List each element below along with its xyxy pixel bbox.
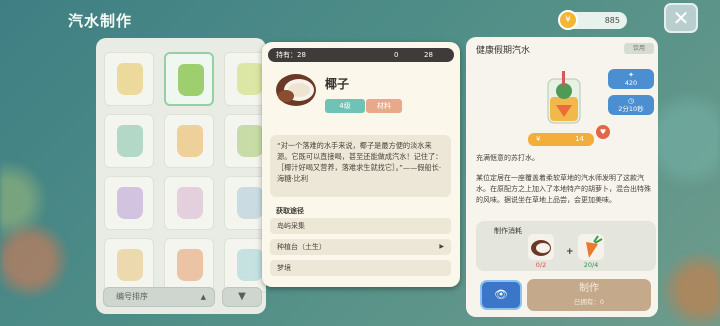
acquire-label: 岛屿采集: [277, 222, 305, 230]
inventory-cell[interactable]: [164, 176, 214, 230]
craft-label: 制作: [579, 283, 599, 294]
time-stat-text: 2分10秒: [618, 105, 644, 113]
soda-jar-icon: [237, 187, 263, 219]
soda-jar-icon: [237, 249, 263, 281]
coconut-icon: [276, 74, 316, 106]
close-button[interactable]: ✕: [664, 3, 698, 33]
coin-icon: ¥: [558, 10, 578, 30]
soda-jar-icon: [117, 125, 143, 157]
acquire-label: 梦境: [277, 264, 291, 272]
soda-jar-icon: [117, 249, 143, 281]
page-title: 汽水制作: [68, 12, 133, 30]
owned-count: 持有：28: [276, 51, 306, 59]
craft-owned: 已拥有：0: [573, 298, 605, 306]
inventory-cell[interactable]: [224, 238, 266, 292]
recipe-title: 健康假期汽水: [476, 46, 531, 56]
acquire-label: 种植台（土生）: [277, 243, 326, 251]
item-popup: 持有：28 0 28 椰子 4级 材料 “对一个落难的水手来说，椰子是最方便的淡…: [262, 42, 460, 287]
material-carrot[interactable]: 20/4: [578, 234, 604, 269]
plus-icon: +: [566, 247, 574, 257]
inventory-cell[interactable]: [164, 238, 214, 292]
item-name: 椰子: [325, 77, 350, 91]
inventory-cell[interactable]: [104, 52, 154, 106]
recipe-detail-panel: 健康假期汽水 饮用 ✦ 420 ◷ 2分10秒 ¥ 14 ♥ 充满惬意的苏打水。…: [466, 37, 658, 317]
recipe-desc-line: 充满惬意的苏打水。: [476, 154, 539, 162]
type-badge: 材料: [366, 99, 402, 113]
item-description: “对一个落难的水手来说，椰子是最方便的淡水来源。它既可以直接喝，甚至还能做成汽水…: [270, 135, 451, 197]
heart-icon: ♥: [596, 125, 610, 139]
inventory-cell-selected[interactable]: [164, 52, 214, 106]
acquire-item[interactable]: 种植台（土生） ▶: [270, 239, 451, 255]
inventory-cell[interactable]: [224, 176, 266, 230]
soda-jar-icon: [177, 187, 203, 219]
preview-button[interactable]: 👁: [480, 280, 522, 310]
crafting-cost: 制作消耗 0/2 + 20/4: [476, 221, 656, 271]
eye-icon: 👁: [494, 288, 508, 301]
acquire-title: 获取途径: [276, 207, 304, 215]
value-stat: ✦ 420: [608, 69, 654, 89]
inventory-cell[interactable]: [224, 114, 266, 168]
crafting-cost-title: 制作消耗: [494, 227, 522, 235]
material-count: 20/4: [583, 261, 599, 269]
soda-drink-icon: [547, 71, 581, 124]
close-icon: ✕: [672, 6, 690, 30]
filter-icon: ▼: [238, 291, 246, 302]
inventory-cell[interactable]: [224, 52, 266, 106]
chevron-right-icon: ▶: [439, 243, 444, 250]
inventory-cell[interactable]: [104, 176, 154, 230]
craft-button[interactable]: 制作 已拥有：0: [527, 279, 651, 311]
clock-icon: ◷: [627, 97, 635, 105]
soda-jar-icon: [178, 64, 204, 96]
soda-jar-icon: [237, 125, 263, 157]
inventory-grid: [96, 38, 266, 314]
soda-jar-icon: [177, 125, 203, 157]
inventory-cell[interactable]: [104, 238, 154, 292]
chevron-up-icon: ▲: [200, 293, 206, 301]
price-value: 14: [575, 135, 584, 143]
recipe-description: 充满惬意的苏打水。 某位定居在一座覆盖着柔软草地的汽水师发明了这款汽水。在原配方…: [476, 153, 654, 206]
stat-count-2: 28: [424, 51, 433, 59]
sort-label: 编号排序: [116, 292, 148, 301]
filter-button[interactable]: ▼: [222, 287, 262, 307]
value-stat-text: 420: [624, 79, 638, 87]
soda-jar-icon: [117, 63, 143, 95]
soda-jar-icon: [177, 249, 203, 281]
material-count: 0/2: [535, 261, 547, 269]
inventory-cell[interactable]: [104, 114, 154, 168]
soda-jar-icon: [237, 63, 263, 95]
coin-amount: 885: [604, 16, 620, 25]
soda-jar-icon: [117, 187, 143, 219]
sort-dropdown[interactable]: 编号排序 ▲: [103, 287, 215, 307]
coconut-icon: [531, 240, 551, 256]
carrot-icon: [586, 235, 603, 258]
acquire-item[interactable]: 岛屿采集: [270, 218, 451, 234]
level-badge: 4级: [325, 99, 365, 113]
popup-header: 持有：28 0 28: [268, 48, 454, 62]
time-stat: ◷ 2分10秒: [608, 95, 654, 115]
stat-count-1: 0: [394, 51, 399, 59]
recipe-tag: 饮用: [624, 43, 654, 54]
inventory-cell[interactable]: [164, 114, 214, 168]
sparkle-icon: ✦: [628, 71, 634, 79]
coin-counter: ¥ 885: [558, 10, 627, 30]
material-coconut[interactable]: 0/2: [528, 234, 554, 269]
acquire-item[interactable]: 梦境: [270, 260, 451, 276]
coin-icon: ¥: [536, 135, 541, 143]
recipe-desc-body: 某位定居在一座覆盖着柔软草地的汽水师发明了这款汽水。在原配方之上加入了本地特产的…: [476, 174, 651, 204]
price-badge: ¥ 14: [528, 133, 594, 146]
